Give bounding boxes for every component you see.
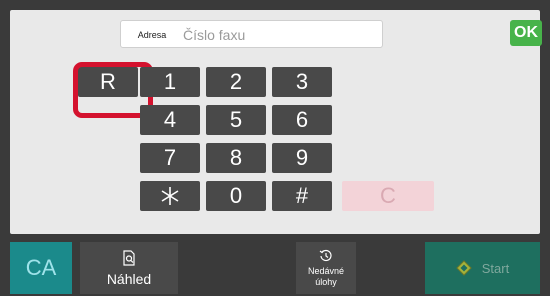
start-diamond-icon [456,260,472,276]
key-5[interactable]: 5 [206,105,266,135]
key-4[interactable]: 4 [140,105,200,135]
asterisk-icon [161,187,179,205]
fax-screen: Adresa OK R 1 2 3 4 5 6 7 8 9 0 # C CA [0,0,550,296]
key-3[interactable]: 3 [272,67,332,97]
preview-button[interactable]: Náhled [80,242,178,294]
recent-jobs-button[interactable]: Nedávné úlohy [296,242,356,294]
key-8[interactable]: 8 [206,143,266,173]
star-key[interactable] [140,181,200,211]
key-0[interactable]: 0 [206,181,266,211]
key-7[interactable]: 7 [140,143,200,173]
clear-key[interactable]: C [342,181,434,211]
key-6[interactable]: 6 [272,105,332,135]
preview-icon [123,249,135,266]
start-button[interactable]: Start [425,242,540,294]
recent-label-line2: úlohy [315,276,337,287]
fax-number-field[interactable]: Adresa [120,20,383,48]
bottom-toolbar: CA Náhled Nedávné úlohy Start [0,234,550,296]
start-label: Start [481,260,510,276]
recent-label-line1: Nedávné [307,265,345,276]
hash-key[interactable]: # [272,181,332,211]
ok-button[interactable]: OK [510,20,542,46]
fax-number-input[interactable] [181,22,380,48]
key-9[interactable]: 9 [272,143,332,173]
preview-label: Náhled [106,270,152,287]
address-tag[interactable]: Adresa [126,26,178,44]
dial-panel: Adresa OK R 1 2 3 4 5 6 7 8 9 0 # C [10,10,542,234]
clear-all-button[interactable]: CA [10,242,72,294]
key-2[interactable]: 2 [206,67,266,97]
key-1[interactable]: 1 [140,67,200,97]
history-icon [319,249,332,261]
